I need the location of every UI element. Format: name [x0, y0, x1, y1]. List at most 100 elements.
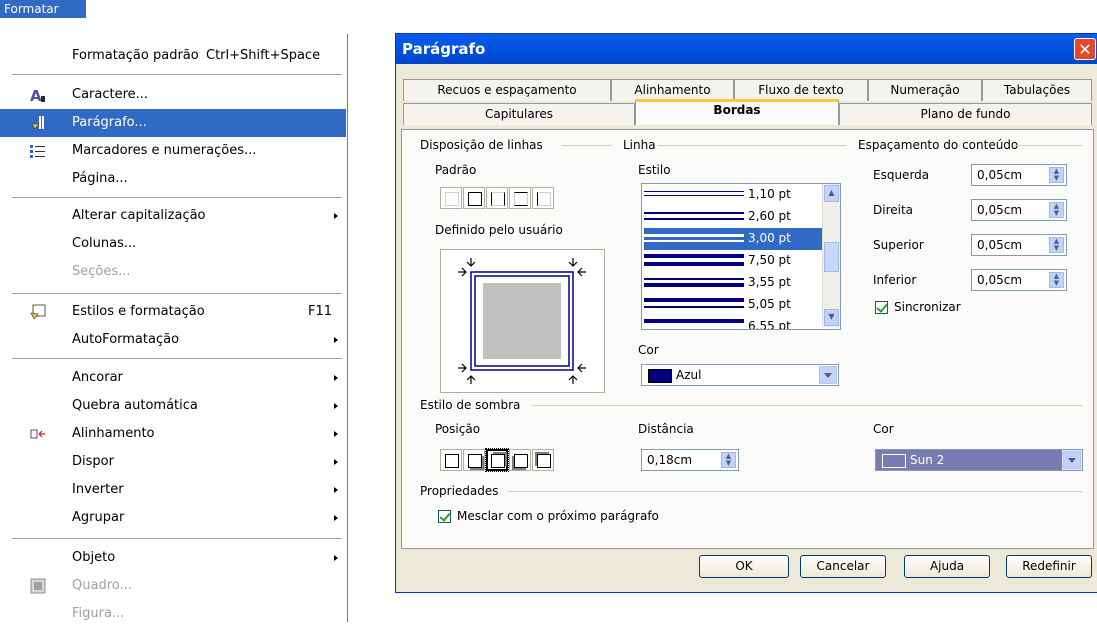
tab-tabs[interactable]: Tabulações — [982, 79, 1092, 101]
preset-top-bottom[interactable] — [509, 187, 531, 209]
shadow-group-label: Estilo de sombra — [420, 398, 521, 412]
cancel-button[interactable]: Cancelar — [800, 555, 886, 578]
menu-item-sections: Seções... — [0, 258, 346, 286]
shadow-top-right-selected[interactable] — [485, 448, 509, 472]
tab-indents-spacing[interactable]: Recuos e espaçamento — [403, 79, 611, 101]
menu-item-character[interactable]: A Caractere... — [0, 81, 346, 109]
menu-item-paragraph[interactable]: Parágrafo... — [0, 109, 346, 137]
spacing-top-input[interactable]: 0,05cm ▲ ▼ — [971, 234, 1067, 256]
menu-item-label: Alterar capitalização — [72, 208, 206, 223]
line-style-option[interactable]: 2,60 pt — [644, 206, 822, 228]
menu-item-alignment[interactable]: Alinhamento — [0, 420, 346, 448]
style-label: Estilo — [638, 163, 671, 177]
menu-item-columns[interactable]: Colunas... — [0, 230, 346, 258]
line-style-option[interactable]: 3,55 pt — [644, 272, 822, 294]
preset-left[interactable] — [532, 187, 554, 209]
menu-item-flip[interactable]: Inverter — [0, 476, 346, 504]
spacing-right-input[interactable]: 0,05cm ▲ ▼ — [971, 199, 1067, 221]
shadow-bottom-left[interactable] — [509, 449, 531, 471]
scroll-up-icon[interactable]: ▲ — [824, 185, 839, 202]
line-arrangement-group-label: Disposição de linhas — [420, 138, 543, 152]
shadow-distance-input[interactable]: 0,18cm ▲ ▼ — [641, 449, 739, 471]
menu-item-arrange[interactable]: Dispor — [0, 448, 346, 476]
menu-item-label: Ancorar — [72, 370, 123, 385]
close-icon[interactable]: ✕ — [1074, 38, 1096, 60]
menu-item-wrap[interactable]: Quebra automática — [0, 392, 346, 420]
menu-formatar[interactable]: Formatar — [0, 0, 86, 18]
scroll-thumb[interactable] — [824, 242, 839, 272]
line-style-option[interactable]: 5,05 pt — [644, 294, 822, 316]
spin-icon[interactable]: ▲ ▼ — [1049, 237, 1064, 253]
spin-icon[interactable]: ▲ ▼ — [1049, 202, 1064, 218]
preset-none[interactable] — [440, 187, 462, 209]
menu-item-change-case[interactable]: Alterar capitalização — [0, 202, 346, 230]
spacing-left-input[interactable]: 0,05cm ▲ ▼ — [971, 164, 1067, 186]
line-style-option-selected[interactable]: 3,00 pt — [644, 228, 822, 250]
tab-borders[interactable]: Bordas — [635, 99, 839, 125]
shadow-none[interactable] — [440, 449, 462, 471]
group-divider — [562, 145, 612, 146]
border-preview[interactable] — [440, 249, 605, 393]
spin-icon[interactable]: ▲ ▼ — [721, 452, 736, 468]
sync-label: Sincronizar — [894, 300, 961, 314]
shadow-bottom-right[interactable] — [463, 449, 485, 471]
menu-item-shortcut: F11 — [307, 304, 332, 319]
tab-background[interactable]: Plano de fundo — [839, 103, 1092, 125]
merge-label: Mesclar com o próximo parágrafo — [457, 509, 659, 523]
menu-separator — [12, 538, 342, 539]
menu-separator — [12, 358, 342, 359]
submenu-arrow-icon — [334, 403, 338, 409]
menu-item-autoformat[interactable]: AutoFormatação — [0, 326, 346, 354]
line-style-option[interactable]: 7,50 pt — [644, 250, 822, 272]
tab-alignment[interactable]: Alinhamento — [611, 79, 734, 101]
menu-separator — [12, 74, 342, 75]
menu-item-styles-formatting[interactable]: Estilos e formatação F11 — [0, 298, 346, 326]
help-button[interactable]: Ajuda — [904, 555, 990, 578]
menu-item-object[interactable]: Objeto — [0, 544, 346, 572]
submenu-arrow-icon — [334, 375, 338, 381]
shadow-color-label: Cor — [873, 422, 894, 436]
menu-item-default-formatting[interactable]: Formatação padrão Ctrl+Shift+Space — [0, 42, 346, 70]
menu-item-shortcut: Ctrl+Shift+Space — [206, 48, 321, 63]
menu-item-label: AutoFormatação — [72, 332, 180, 347]
menu-item-bullets-numbering[interactable]: Marcadores e numerações... — [0, 137, 346, 165]
preset-left-right[interactable] — [486, 187, 508, 209]
preset-all[interactable] — [463, 187, 485, 209]
spin-icon[interactable]: ▲ ▼ — [1049, 167, 1064, 183]
ok-button[interactable]: OK — [699, 555, 789, 578]
menu-item-label: Caractere... — [72, 87, 149, 102]
line-style-option[interactable]: 1,10 pt — [644, 184, 822, 206]
tab-drop-caps[interactable]: Capitulares — [403, 103, 635, 125]
chevron-down-icon[interactable] — [1063, 451, 1081, 469]
group-divider — [532, 405, 1082, 406]
spin-icon[interactable]: ▲ ▼ — [1049, 272, 1064, 288]
alignment-icon — [30, 426, 46, 442]
sync-checkbox[interactable] — [875, 301, 888, 314]
content-spacing-group-label: Espaçamento do conteúdo — [858, 138, 1019, 152]
character-icon: A — [30, 87, 46, 105]
menu-item-page[interactable]: Página... — [0, 165, 346, 193]
menu-item-anchor[interactable]: Ancorar — [0, 364, 346, 392]
dialog-titlebar[interactable]: Parágrafo ✕ — [396, 34, 1097, 64]
merge-checkbox[interactable] — [438, 510, 451, 523]
submenu-arrow-icon — [334, 459, 338, 465]
shadow-color-select[interactable]: Sun 2 — [875, 449, 1083, 471]
styles-formatting-icon — [30, 304, 46, 320]
menu-item-group[interactable]: Agrupar — [0, 504, 346, 532]
tab-text-flow[interactable]: Fluxo de texto — [734, 79, 868, 101]
reset-button[interactable]: Redefinir — [1006, 555, 1092, 578]
color-swatch — [882, 454, 906, 468]
tab-numbering[interactable]: Numeração — [868, 79, 982, 101]
spacing-left-label: Esquerda — [873, 168, 930, 182]
line-color-select[interactable]: Azul — [641, 364, 839, 386]
line-style-list[interactable]: 1,10 pt 2,60 pt 3,00 pt 7,50 pt 3,55 pt … — [641, 183, 841, 330]
shadow-position-label: Posição — [435, 422, 481, 436]
shadow-top-left[interactable] — [532, 449, 554, 471]
spacing-right-label: Direita — [873, 203, 914, 217]
menu-item-label: Figura... — [72, 606, 125, 621]
spacing-bottom-input[interactable]: 0,05cm ▲ ▼ — [971, 269, 1067, 291]
chevron-down-icon[interactable] — [819, 366, 837, 384]
scroll-down-icon[interactable]: ▼ — [824, 309, 839, 326]
line-style-option[interactable]: 6,55 pt — [644, 316, 822, 329]
line-style-scrollbar[interactable]: ▲ ▼ — [822, 184, 840, 327]
